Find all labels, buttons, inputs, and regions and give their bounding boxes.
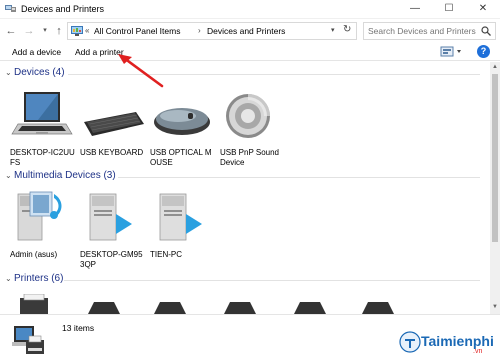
minimize-button[interactable]: — <box>398 0 432 19</box>
printer-icon[interactable] <box>84 300 124 314</box>
group-title: Multimedia Devices (3) <box>14 170 116 181</box>
forward-arrow-icon[interactable]: → <box>22 24 36 38</box>
media-server-icon <box>159 193 202 241</box>
breadcrumb-separator[interactable]: › <box>198 26 201 35</box>
device-label: TIEN-PC <box>150 250 182 259</box>
group-collapse-chevron-icon[interactable]: ⌄ <box>5 68 12 77</box>
window-title: Devices and Printers <box>21 4 105 14</box>
command-bar: Add a device Add a printer ? <box>0 43 500 61</box>
up-arrow-icon[interactable]: ↑ <box>52 24 66 38</box>
address-dropdown-chevron-icon[interactable]: ▾ <box>331 26 335 34</box>
change-view-icon[interactable] <box>440 46 464 58</box>
breadcrumb-overflow[interactable]: « <box>85 26 89 35</box>
scrollbar-thumb[interactable] <box>492 74 498 242</box>
search-icon[interactable] <box>481 26 491 36</box>
search-box[interactable] <box>363 22 496 40</box>
printer-icon[interactable] <box>14 294 54 314</box>
breadcrumb-all-control-panel-items[interactable]: All Control Panel Items <box>94 26 180 36</box>
device-label: USB PnP Sound Device <box>220 148 280 167</box>
keyboard-icon <box>84 112 144 136</box>
navigation-bar: ← → ▾ ↑ « All Control Panel Items › Devi… <box>0 19 500 43</box>
search-input[interactable] <box>368 25 478 37</box>
group-divider <box>64 280 480 281</box>
printer-icon[interactable] <box>150 300 190 314</box>
add-device-button[interactable]: Add a device <box>12 47 61 57</box>
group-divider <box>68 74 480 75</box>
devices-printers-icon <box>12 326 44 354</box>
help-button[interactable]: ? <box>477 45 490 58</box>
watermark-brand: Taimienphi <box>421 333 494 349</box>
address-bar[interactable]: « All Control Panel Items › Devices and … <box>67 22 357 40</box>
watermark-logo: Taimienphi .vn <box>395 329 495 359</box>
printer-icon[interactable] <box>220 300 260 314</box>
printer-icon[interactable] <box>290 300 330 314</box>
printer-icon[interactable] <box>358 300 398 314</box>
device-label: Admin (asus) <box>10 250 58 259</box>
group-title: Devices (4) <box>14 67 65 78</box>
scroll-down-icon[interactable]: ▼ <box>492 304 498 310</box>
scroll-up-icon[interactable]: ▲ <box>492 64 498 70</box>
watermark-tld: .vn <box>473 348 483 355</box>
speaker-icon <box>226 94 270 138</box>
group-title: Printers (6) <box>14 273 64 284</box>
group-header-multimedia-devices[interactable]: ⌄ Multimedia Devices (3) <box>0 169 490 185</box>
media-server-icon <box>17 191 62 241</box>
device-label: USB OPTICAL MOUSE <box>150 148 212 167</box>
back-arrow-icon[interactable]: ← <box>4 24 18 38</box>
add-printer-button[interactable]: Add a printer <box>75 47 124 57</box>
title-bar: Devices and Printers — ☐ ✕ <box>0 0 500 19</box>
maximize-button[interactable]: ☐ <box>432 0 466 19</box>
recent-locations-chevron-icon[interactable]: ▾ <box>40 24 50 38</box>
laptop-icon <box>11 92 73 135</box>
devices-printers-app-icon <box>5 5 16 12</box>
vertical-scrollbar[interactable]: ▲ ▼ <box>490 62 500 314</box>
taimienphi-logo-icon <box>399 331 421 353</box>
group-divider <box>118 177 480 178</box>
status-bar: 13 items Taimienphi .vn <box>0 314 500 363</box>
media-server-icon <box>89 193 132 241</box>
item-count: 13 items <box>62 323 95 333</box>
group-header-devices[interactable]: ⌄ Devices (4) <box>0 66 490 82</box>
devices-content-area: ⌄ Devices (4) DESKTOP-IC2UUFS USB KEYBOA… <box>0 62 490 314</box>
device-label: DESKTOP-GM953QP <box>80 250 143 269</box>
breadcrumb-devices-and-printers[interactable]: Devices and Printers <box>207 26 285 36</box>
refresh-icon[interactable]: ↻ <box>343 24 351 35</box>
device-label: USB KEYBOARD <box>80 148 144 157</box>
control-panel-icon <box>71 26 83 36</box>
group-header-printers[interactable]: ⌄ Printers (6) <box>0 272 490 288</box>
group-collapse-chevron-icon[interactable]: ⌄ <box>5 274 12 283</box>
device-label: DESKTOP-IC2UUFS <box>10 148 75 167</box>
mouse-icon <box>154 108 210 135</box>
group-collapse-chevron-icon[interactable]: ⌄ <box>5 171 12 180</box>
close-button[interactable]: ✕ <box>466 0 500 19</box>
